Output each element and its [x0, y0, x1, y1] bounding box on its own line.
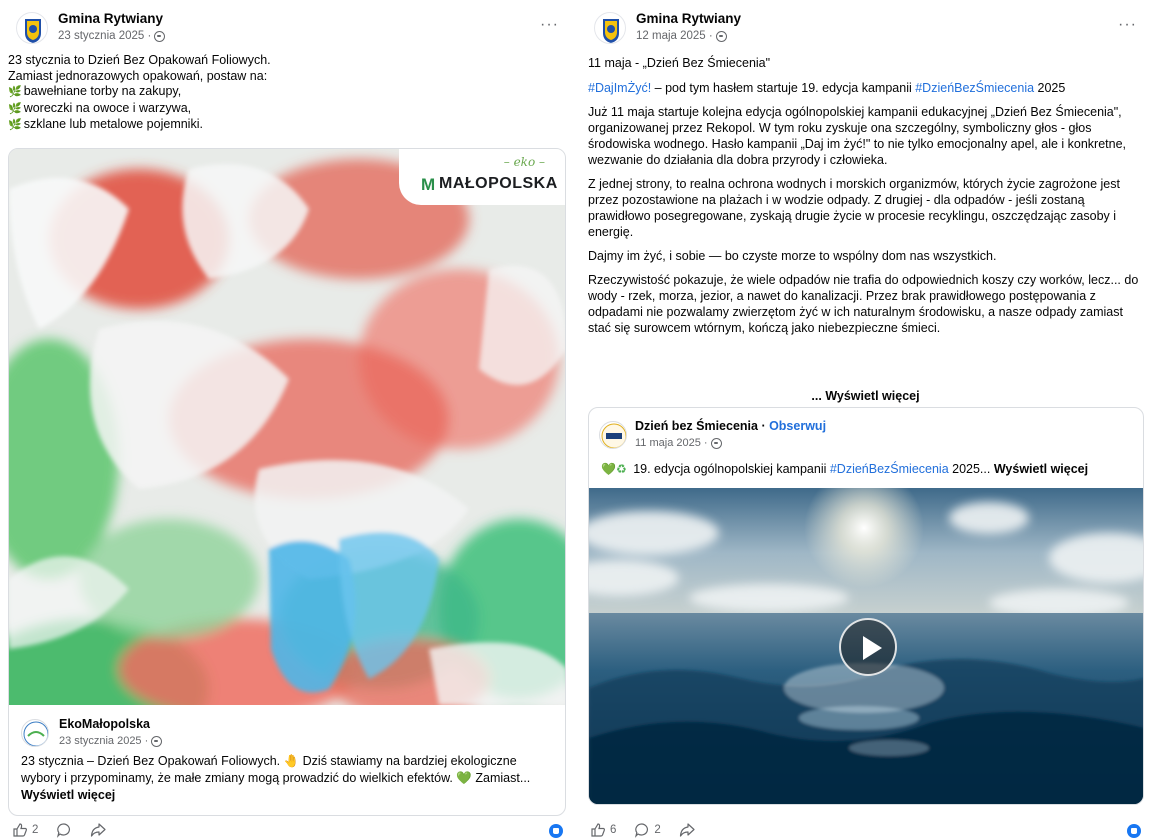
- page-name[interactable]: Gmina Rytwiany: [58, 11, 163, 26]
- post-actions: 6 2: [590, 821, 1141, 839]
- like-reaction-icon: [1127, 824, 1141, 838]
- page-avatar[interactable]: [594, 12, 626, 44]
- post-header: Gmina Rytwiany 12 maja 2025 · ···: [594, 10, 1137, 44]
- shared-date-text: 11 maja 2025 ·: [635, 437, 708, 449]
- bullet-item: 🌿 szklane lub metalowe pojemniki.: [8, 117, 563, 134]
- comment-icon: [57, 823, 71, 838]
- post-date-text: 23 stycznia 2025 ·: [58, 30, 152, 42]
- shared-author-name[interactable]: EkoMałopolska: [59, 717, 150, 731]
- page-name[interactable]: Gmina Rytwiany: [636, 11, 741, 26]
- bullet-item: 🌿 woreczki na owoce i warzywa,: [8, 101, 563, 118]
- green-heart-icon: 💚: [601, 462, 616, 476]
- hashtag-link[interactable]: #DzieńBezŚmiecenia: [915, 81, 1034, 95]
- see-more-link[interactable]: Wyświetl więcej: [994, 462, 1088, 476]
- sprout-icon: 🌿: [8, 86, 22, 98]
- post-text: 23 stycznia to Dzień Bez Opakowań Foliow…: [8, 53, 563, 134]
- sprout-icon: 🌿: [8, 102, 22, 115]
- like-count: 2: [32, 824, 39, 836]
- post-intro: 11 maja - „Dzień Bez Śmiecenia": [588, 56, 771, 70]
- globe-icon: [154, 30, 166, 42]
- recycle-icon: ♻: [615, 462, 627, 476]
- post-paragraph: Już 11 maja startuje kolejna edycja ogól…: [588, 105, 1127, 167]
- eko-malopolska-logo: – eko – M MAŁOPOLSKA: [399, 149, 565, 205]
- globe-icon: [151, 735, 163, 747]
- shared-post-text: 23 stycznia – Dzień Bez Opakowań Foliowy…: [21, 753, 553, 804]
- page-avatar[interactable]: [16, 12, 48, 44]
- post-date[interactable]: 23 stycznia 2025 ·: [58, 30, 166, 42]
- hashtag-line-end: 2025: [1034, 81, 1066, 95]
- post-line: Zamiast jednorazowych opakowań, postaw n…: [8, 68, 268, 83]
- shared-text-start: 19. edycja ogólnopolskiej kampanii: [629, 462, 830, 476]
- shared-date[interactable]: 23 stycznia 2025 ·: [59, 735, 163, 747]
- hashtag-line-text: – pod tym hasłem startuje 19. edycja kam…: [651, 81, 916, 95]
- like-count: 6: [610, 824, 617, 836]
- shared-post-text: 💚♻ 19. edycja ogólnopolskiej kampanii #D…: [601, 461, 1133, 477]
- bullet-text: bawełniane torby na zakupy,: [23, 84, 182, 98]
- shared-text-end: 2025...: [948, 462, 994, 476]
- shared-date[interactable]: 11 maja 2025 ·: [635, 437, 722, 449]
- post-left: Gmina Rytwiany 23 stycznia 2025 · ··· 23…: [0, 0, 575, 840]
- thumbs-up-icon: [591, 823, 605, 837]
- like-button[interactable]: 2: [12, 822, 38, 838]
- share-icon: [91, 823, 107, 837]
- shared-post-card[interactable]: – eko – M MAŁOPOLSKA EkoMałopolska 23 st…: [8, 148, 566, 816]
- sprout-icon: 🌿: [8, 119, 22, 131]
- bullet-text: szklane lub metalowe pojemniki.: [23, 117, 203, 131]
- shared-author-block: EkoMałopolska 23 stycznia 2025 ·: [21, 717, 553, 751]
- shared-author-name[interactable]: Dzień bez Śmiecenia: [635, 419, 758, 433]
- post-text: 11 maja - „Dzień Bez Śmiecenia" #DajImŻy…: [588, 55, 1143, 336]
- post-header: Gmina Rytwiany 23 stycznia 2025 · ···: [16, 10, 559, 44]
- ekomalopolska-avatar[interactable]: [21, 719, 49, 747]
- see-more-link[interactable]: Wyświetl więcej: [21, 788, 115, 802]
- comment-icon: [635, 823, 649, 838]
- post-date-text: 12 maja 2025 ·: [636, 30, 713, 42]
- bullet-text: woreczki na owoce i warzywa,: [23, 100, 192, 115]
- post-actions: 2: [12, 821, 563, 839]
- eko-logo-text: – eko –: [503, 155, 545, 169]
- comment-count: 2: [654, 824, 661, 836]
- post-date[interactable]: 12 maja 2025 ·: [636, 30, 727, 42]
- post-line: 23 stycznia to Dzień Bez Opakowań Foliow…: [8, 53, 271, 67]
- share-button[interactable]: [90, 822, 107, 838]
- share-button[interactable]: [679, 822, 695, 838]
- like-button[interactable]: 6: [590, 822, 616, 838]
- play-button[interactable]: [839, 618, 897, 676]
- see-more-link[interactable]: ... Wyświetl więcej: [578, 389, 1153, 403]
- globe-icon: [715, 30, 727, 42]
- shared-date-text: 23 stycznia 2025 ·: [59, 735, 149, 747]
- comment-button[interactable]: [56, 822, 72, 838]
- more-options-button[interactable]: ···: [540, 16, 559, 34]
- hashtag-line: #DajImŻyć! – pod tym hasłem startuje 19.…: [588, 80, 1143, 96]
- separator: ·: [757, 419, 770, 433]
- hashtag-link[interactable]: #DajImŻyć!: [588, 81, 651, 95]
- post-paragraph: Rzeczywistość pokazuje, że wiele odpadów…: [588, 273, 1139, 335]
- plastic-bags-photo[interactable]: – eko – M MAŁOPOLSKA: [9, 149, 565, 705]
- dzien-bez-smiecenia-avatar[interactable]: [599, 421, 627, 449]
- more-options-button[interactable]: ···: [1118, 16, 1137, 34]
- like-reaction-icon: [549, 824, 563, 838]
- ocean-video[interactable]: [589, 488, 1143, 804]
- shared-video-card[interactable]: Dzień bez Śmiecenia · Obserwuj 11 maja 2…: [588, 407, 1144, 805]
- globe-icon: [710, 437, 722, 449]
- follow-button[interactable]: Obserwuj: [769, 419, 826, 433]
- comment-button[interactable]: 2: [634, 822, 661, 838]
- shared-text-content: 23 stycznia – Dzień Bez Opakowań Foliowy…: [21, 754, 531, 785]
- post-right: Gmina Rytwiany 12 maja 2025 · ··· 11 maj…: [578, 0, 1153, 840]
- post-paragraph: Dajmy im żyć, i sobie — bo czyste morze …: [588, 249, 997, 263]
- hashtag-link[interactable]: #DzieńBezŚmiecenia: [830, 462, 949, 476]
- shared-author-block: Dzień bez Śmiecenia · Obserwuj 11 maja 2…: [599, 418, 1133, 452]
- shared-author-line: Dzień bez Śmiecenia · Obserwuj: [635, 419, 826, 433]
- post-paragraph: Z jednej strony, to realna ochrona wodny…: [588, 177, 1120, 239]
- m-logo-icon: M: [421, 175, 436, 194]
- logo-brand-text: MAŁOPOLSKA: [439, 175, 558, 192]
- share-icon: [679, 823, 695, 837]
- thumbs-up-icon: [13, 823, 27, 837]
- bullet-item: 🌿 bawełniane torby na zakupy,: [8, 84, 563, 101]
